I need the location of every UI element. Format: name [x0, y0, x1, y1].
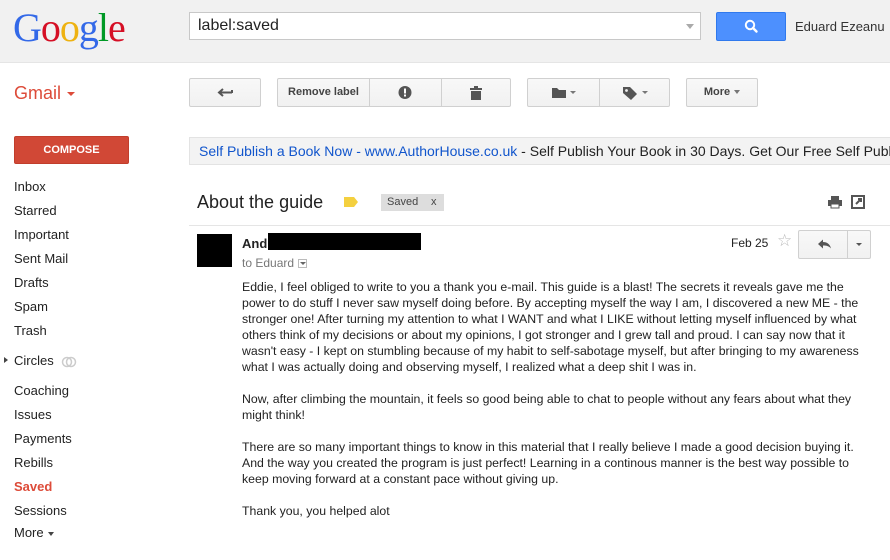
importance-marker-icon[interactable] [344, 197, 358, 207]
circles-icon [62, 356, 77, 367]
more-reply-options-chevron-icon[interactable] [848, 231, 870, 258]
logo-letter-l: l [97, 5, 109, 50]
new-window-icon[interactable] [851, 195, 865, 209]
logo-letter-e: e [108, 5, 126, 50]
delete-trash-icon[interactable] [442, 79, 510, 106]
remove-label-button[interactable]: Remove label [278, 79, 369, 106]
google-logo[interactable]: Google [13, 4, 126, 52]
remove-label-close-icon[interactable]: x [431, 194, 437, 211]
move-label-group [527, 78, 670, 107]
sender-avatar [197, 234, 232, 267]
report-spam-icon[interactable] [370, 79, 441, 106]
sidebar-item-saved[interactable]: Saved [14, 479, 52, 494]
message-body: Eddie, I feel obliged to write to you a … [242, 279, 862, 535]
ad-url-link[interactable]: www.AuthorHouse.co.uk [365, 143, 518, 159]
print-icon[interactable] [828, 195, 842, 209]
ad-separator: - [352, 143, 365, 159]
body-paragraph: Thank you, you helped alot [242, 504, 390, 518]
sidebar-item-label: Circles [14, 353, 54, 368]
ad-text: - Self Publish Your Book in 30 Days. Get… [521, 143, 890, 159]
back-arrow-icon [217, 88, 233, 97]
gmail-menu[interactable]: Gmail [14, 83, 76, 104]
sidebar-item-drafts[interactable]: Drafts [14, 275, 49, 290]
compose-button[interactable]: COMPOSE [14, 136, 129, 164]
logo-letter-g: G [13, 5, 42, 50]
sponsored-ad-bar: Self Publish a Book Now - www.AuthorHous… [189, 137, 890, 165]
message-subject: About the guide [197, 192, 324, 212]
label-actions-group: Remove label [277, 78, 511, 107]
recipient-line: to Eduard [242, 256, 308, 270]
sidebar-item-more[interactable]: More [14, 525, 54, 540]
sidebar-item-spam[interactable]: Spam [14, 299, 48, 314]
search-box [189, 12, 701, 40]
header-divider [189, 225, 890, 226]
label-chip-saved[interactable]: Saved x [381, 194, 444, 211]
folder-move-icon[interactable] [528, 79, 599, 106]
search-icon [744, 19, 758, 33]
body-paragraph: Now, after climbing the mountain, it fee… [242, 392, 852, 422]
redacted-sender-surname [268, 233, 421, 250]
reply-button-group [798, 230, 871, 259]
message-date: Feb 25 [731, 236, 769, 250]
chevron-down-icon [734, 90, 741, 95]
recipient-text: to Eduard [242, 256, 295, 270]
sender-name[interactable]: And [242, 236, 267, 251]
logo-letter-o2: o [59, 5, 80, 50]
sidebar-item-issues[interactable]: Issues [14, 407, 52, 422]
sidebar-item-payments[interactable]: Payments [14, 431, 72, 446]
expand-arrow-icon[interactable] [4, 357, 8, 363]
sidebar-item-important[interactable]: Important [14, 227, 69, 242]
more-actions-label: More [703, 86, 731, 98]
sidebar-item-sent-mail[interactable]: Sent Mail [14, 251, 68, 266]
logo-letter-g2: g [78, 5, 99, 50]
sidebar-item-rebills[interactable]: Rebills [14, 455, 53, 470]
back-to-list-button[interactable] [189, 78, 261, 107]
sidebar-item-starred[interactable]: Starred [14, 203, 57, 218]
sidebar-item-inbox[interactable]: Inbox [14, 179, 46, 194]
chevron-down-icon [47, 531, 54, 536]
tag-label-icon[interactable] [600, 79, 669, 106]
sidebar-item-sessions[interactable]: Sessions [14, 503, 67, 518]
logo-letter-o1: o [40, 5, 61, 50]
search-button[interactable] [716, 12, 786, 41]
sidebar-item-circles[interactable]: Circles [14, 353, 77, 368]
search-input[interactable] [190, 13, 670, 39]
body-paragraph: There are so many important things to kn… [242, 440, 854, 486]
more-actions-button[interactable]: More [686, 78, 758, 107]
top-bar: Google Eduard Ezeanu [0, 0, 890, 63]
sidebar-item-trash[interactable]: Trash [14, 323, 47, 338]
reply-arrow-icon[interactable] [799, 231, 847, 258]
label-chip-text: Saved [387, 196, 419, 208]
ad-title-link[interactable]: Self Publish a Book Now [199, 143, 352, 159]
sidebar-item-coaching[interactable]: Coaching [14, 383, 69, 398]
show-details-dropdown-icon[interactable] [298, 259, 308, 269]
user-name[interactable]: Eduard Ezeanu [795, 19, 885, 34]
gmail-label: Gmail [14, 83, 62, 103]
star-icon[interactable]: ☆ [777, 232, 792, 250]
sidebar-item-label: More [14, 525, 44, 540]
body-paragraph: Eddie, I feel obliged to write to you a … [242, 280, 859, 374]
chevron-down-icon [67, 92, 76, 97]
search-options-chevron-icon[interactable] [686, 24, 694, 29]
